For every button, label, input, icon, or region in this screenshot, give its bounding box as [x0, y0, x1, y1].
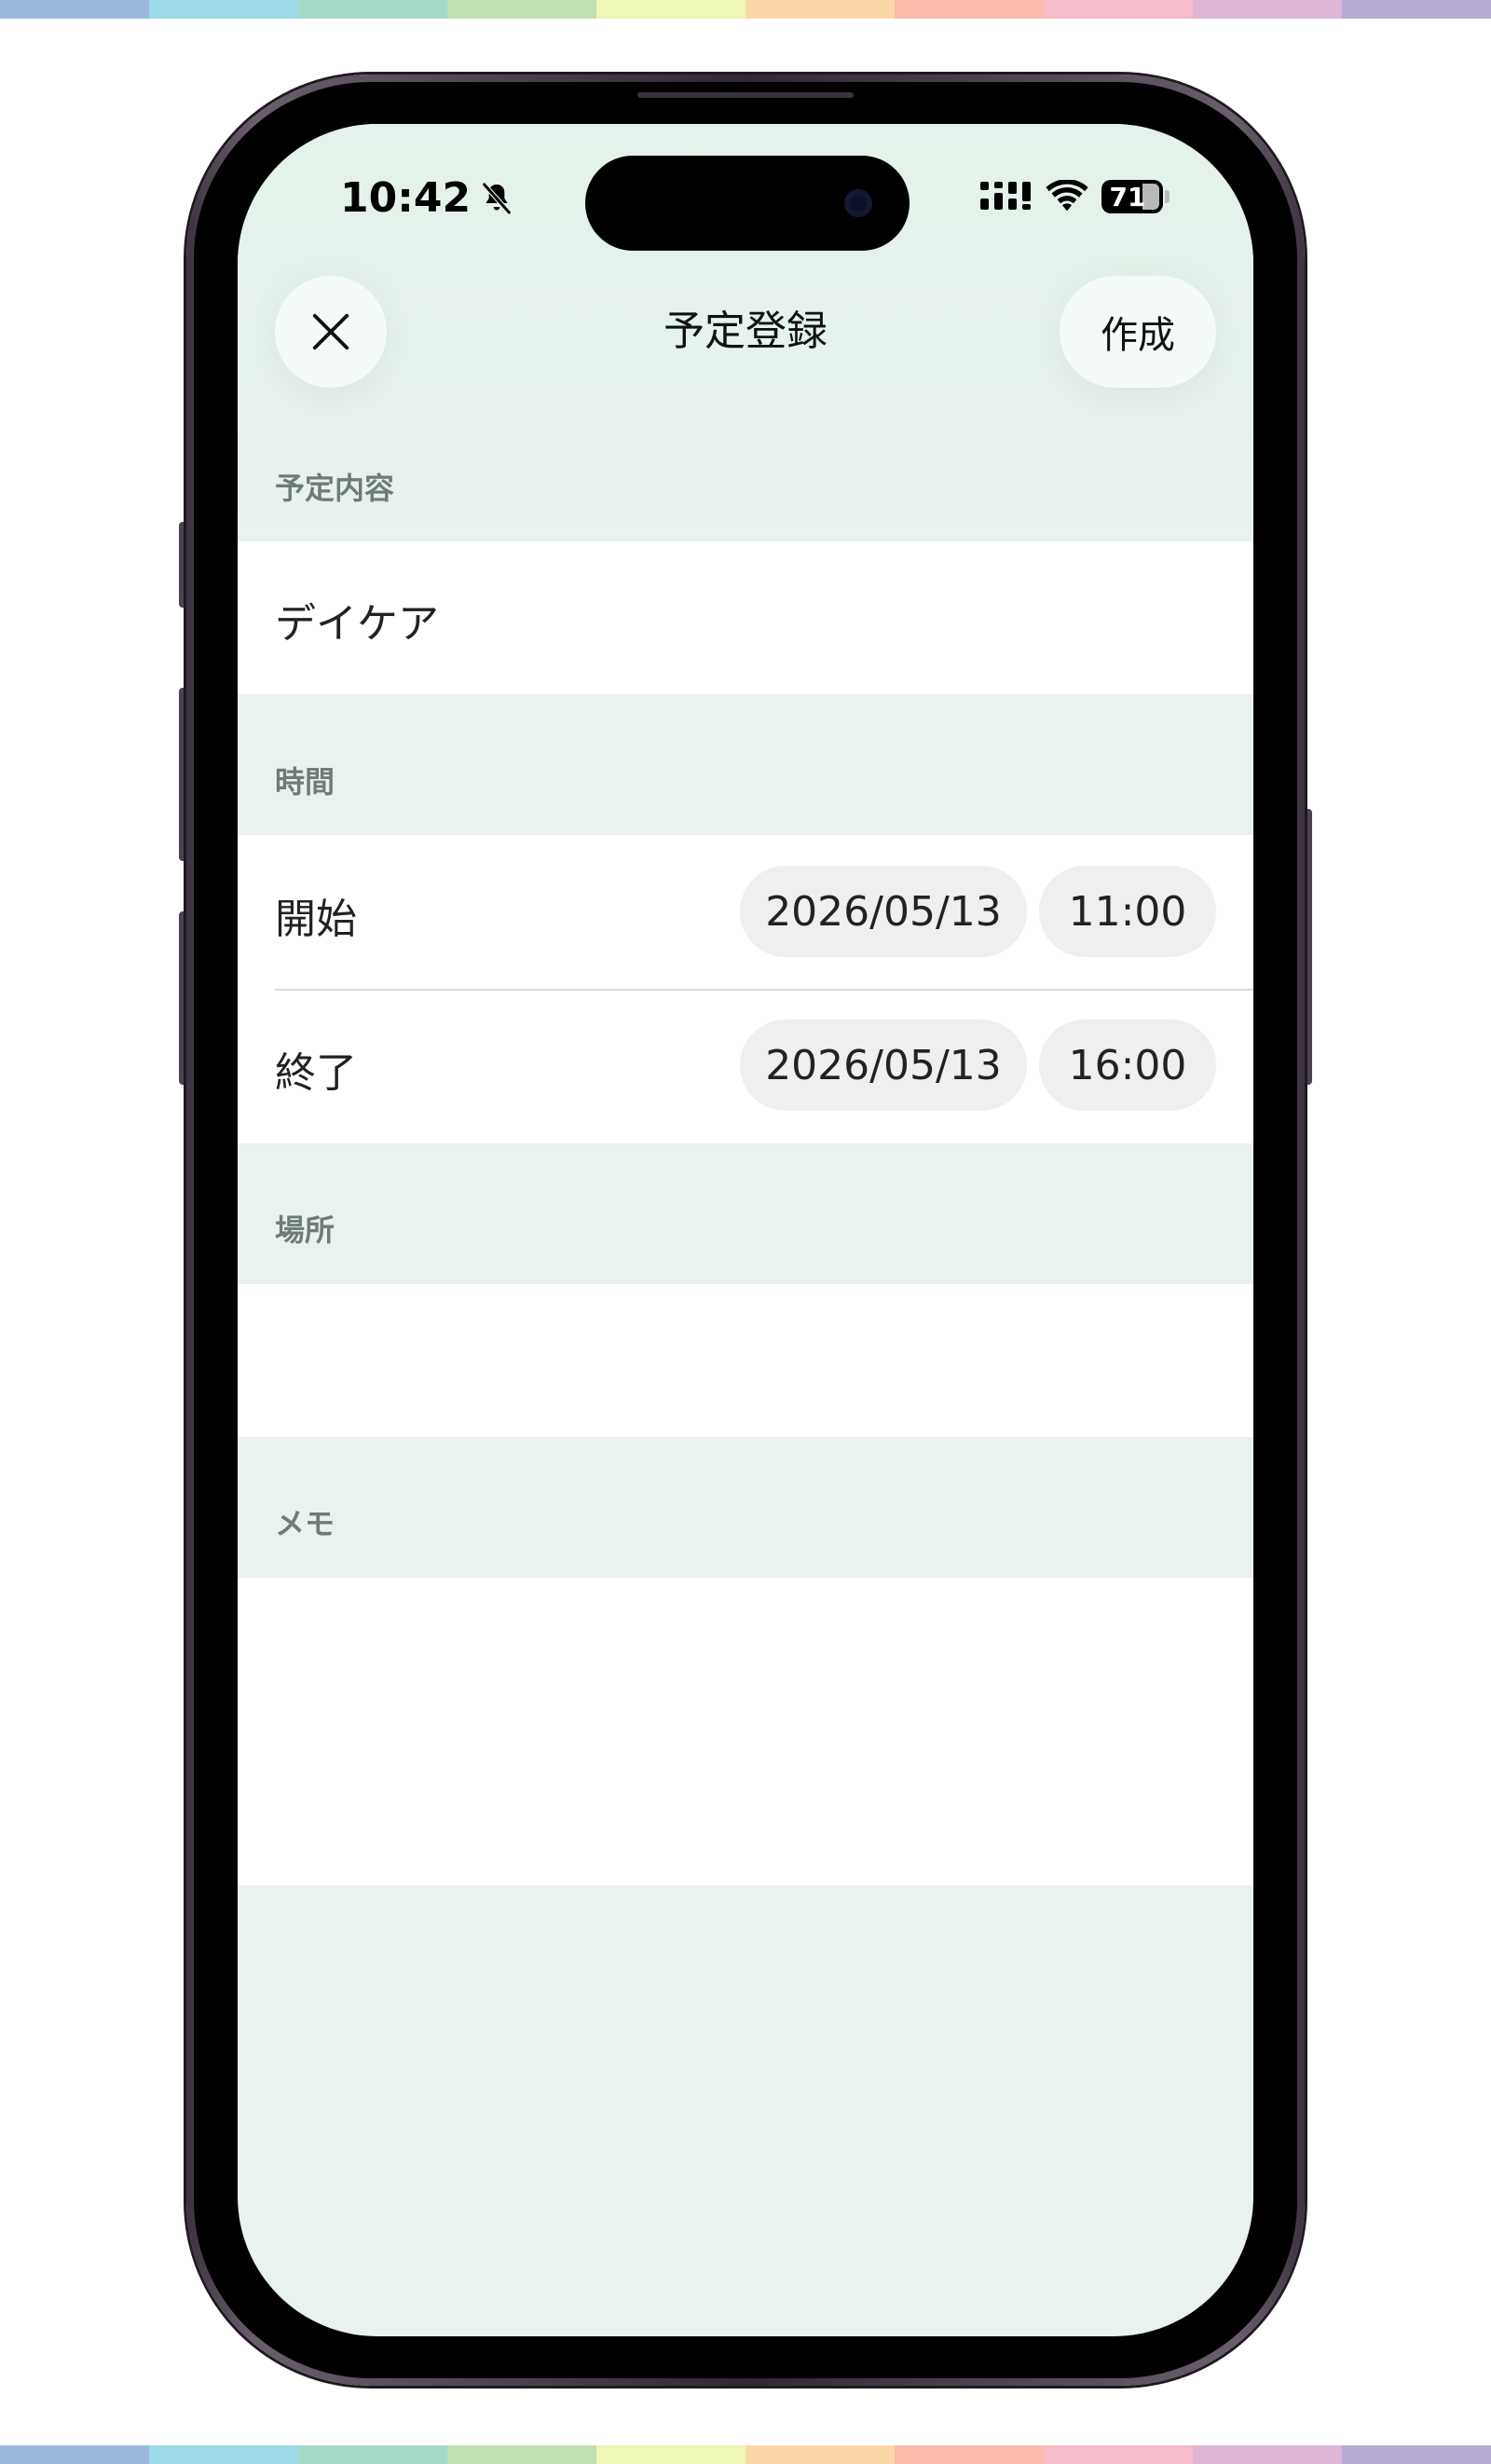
phone-screen: 10:42 71 予定登録 作成 予定内容 デイケア 時間 開始 2026/05…: [238, 124, 1253, 2336]
section-label-location: 場所: [275, 1212, 335, 1248]
memo-row[interactable]: [238, 1578, 1253, 1885]
front-camera: [844, 189, 872, 217]
wifi-icon: [1046, 180, 1088, 212]
dynamic-island: [585, 156, 910, 251]
section-label-time: 時間: [275, 764, 335, 800]
section-label-content: 予定内容: [275, 471, 395, 506]
time-divider: [275, 989, 1253, 991]
create-button[interactable]: 作成: [1060, 276, 1216, 388]
end-time-picker[interactable]: 16:00: [1039, 1020, 1216, 1111]
battery-cap: [1165, 190, 1170, 203]
start-time-picker[interactable]: 11:00: [1039, 866, 1216, 957]
earpiece: [637, 92, 854, 98]
end-date-picker[interactable]: 2026/05/13: [740, 1020, 1027, 1111]
bell-slash-icon: [482, 182, 512, 214]
status-time: 10:42: [340, 174, 515, 222]
location-row[interactable]: [238, 1284, 1253, 1437]
end-label: 終了: [275, 1049, 357, 1097]
top-color-stripe: [0, 0, 1491, 19]
start-label: 開始: [275, 896, 357, 943]
content-row[interactable]: デイケア: [238, 541, 1253, 694]
cellular-signal-icon: [980, 182, 1031, 210]
battery-icon: 71: [1101, 180, 1163, 213]
content-input[interactable]: デイケア: [275, 590, 439, 650]
battery-level: 71: [1109, 181, 1146, 212]
status-indicators: 71: [980, 180, 1170, 213]
bottom-color-stripe: [0, 2445, 1491, 2464]
time-rows: 開始 2026/05/13 11:00 終了 2026/05/13 16:00: [238, 835, 1253, 1143]
start-date-picker[interactable]: 2026/05/13: [740, 866, 1027, 957]
section-label-memo: メモ: [275, 1506, 335, 1541]
status-time-text: 10:42: [340, 174, 472, 222]
